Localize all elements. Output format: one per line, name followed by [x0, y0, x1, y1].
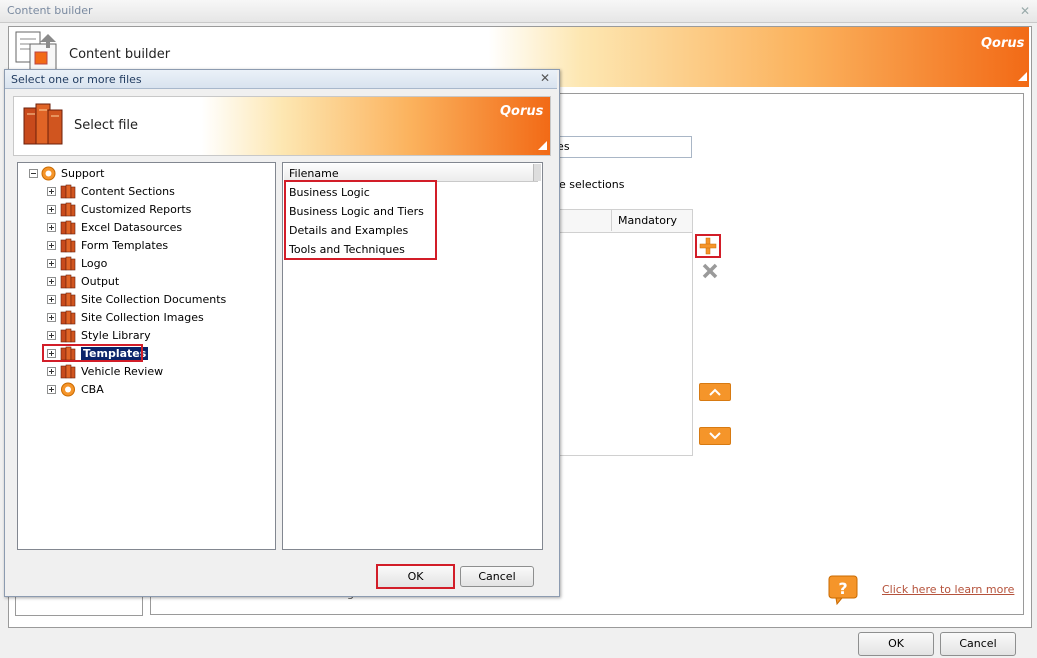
chevron-up-icon [709, 388, 721, 396]
svg-text:?: ? [838, 579, 847, 598]
multiple-selections-label: ple selections [549, 178, 625, 191]
outer-header-title: Content builder [69, 47, 171, 62]
move-down-button[interactable] [699, 427, 731, 445]
plus-icon [699, 237, 717, 255]
expand-icon[interactable] [47, 186, 56, 196]
expand-icon[interactable] [47, 384, 56, 394]
library-icon [60, 238, 76, 252]
expand-icon[interactable] [47, 276, 56, 286]
expand-icon[interactable] [47, 222, 56, 232]
chevron-down-icon [709, 432, 721, 440]
tree-item-customized-reports[interactable]: Customized Reports [47, 200, 191, 218]
x-icon [702, 263, 718, 279]
files-highlight-box [284, 180, 437, 260]
add-file-button[interactable] [695, 234, 721, 258]
expand-icon[interactable] [47, 204, 56, 214]
learn-more-link[interactable]: Click here to learn more [882, 583, 1014, 596]
book-library-icon [23, 103, 63, 145]
outer-title-bar [0, 0, 1037, 23]
outer-brand-logo: Qorus [981, 36, 1025, 51]
column-header-end [533, 164, 541, 181]
library-icon [60, 202, 76, 216]
tree-item-site-collection-documents[interactable]: Site Collection Documents [47, 290, 226, 308]
dialog-cancel-button[interactable]: Cancel [460, 566, 534, 587]
library-icon [60, 364, 76, 378]
outer-header-corner [1018, 72, 1027, 81]
library-icon [60, 328, 76, 342]
library-icon [60, 274, 76, 288]
dialog-title: Select one or more files [11, 73, 142, 86]
remove-file-button[interactable] [697, 259, 723, 283]
tree-root-support[interactable]: Support [29, 164, 104, 182]
tree-item-form-templates[interactable]: Form Templates [47, 236, 168, 254]
tree-item-output[interactable]: Output [47, 272, 119, 290]
library-icon [60, 292, 76, 306]
site-globe-icon [61, 382, 75, 396]
expand-icon[interactable] [47, 258, 56, 268]
dialog-header-corner [538, 141, 547, 150]
grid-column-mandatory[interactable]: Mandatory [611, 209, 692, 231]
dialog-header-title: Select file [74, 118, 139, 133]
dialog-brand-logo: Qorus [500, 104, 544, 119]
library-icon [60, 220, 76, 234]
tree-item-cba[interactable]: CBA [47, 380, 104, 398]
library-icon [60, 184, 76, 198]
collapse-icon[interactable] [29, 168, 38, 178]
move-up-button[interactable] [699, 383, 731, 401]
expand-icon[interactable] [47, 330, 56, 340]
outer-window-title: Content builder [7, 4, 93, 17]
tree-item-style-library[interactable]: Style Library [47, 326, 151, 344]
outer-close-icon[interactable]: ✕ [1020, 4, 1030, 18]
outer-cancel-button[interactable]: Cancel [940, 632, 1016, 656]
files-grid [540, 209, 693, 456]
question-bubble-icon[interactable]: ? [828, 575, 860, 605]
tree-item-excel-datasources[interactable]: Excel Datasources [47, 218, 182, 236]
library-icon [60, 310, 76, 324]
templates-highlight-box [42, 344, 143, 362]
file-name-input[interactable]: les [540, 136, 692, 158]
tree-item-vehicle-review[interactable]: Vehicle Review [47, 362, 163, 380]
expand-icon[interactable] [47, 366, 56, 376]
document-builder-icon [15, 31, 57, 71]
outer-ok-button[interactable]: OK [858, 632, 934, 656]
expand-icon[interactable] [47, 312, 56, 322]
expand-icon[interactable] [47, 240, 56, 250]
dialog-close-icon[interactable]: ✕ [540, 71, 550, 85]
library-icon [60, 256, 76, 270]
tree-item-site-collection-images[interactable]: Site Collection Images [47, 308, 204, 326]
tree-item-content-sections[interactable]: Content Sections [47, 182, 175, 200]
site-globe-icon [41, 166, 56, 180]
dialog-ok-button[interactable]: OK [376, 564, 455, 589]
tree-item-logo[interactable]: Logo [47, 254, 107, 272]
expand-icon[interactable] [47, 294, 56, 304]
